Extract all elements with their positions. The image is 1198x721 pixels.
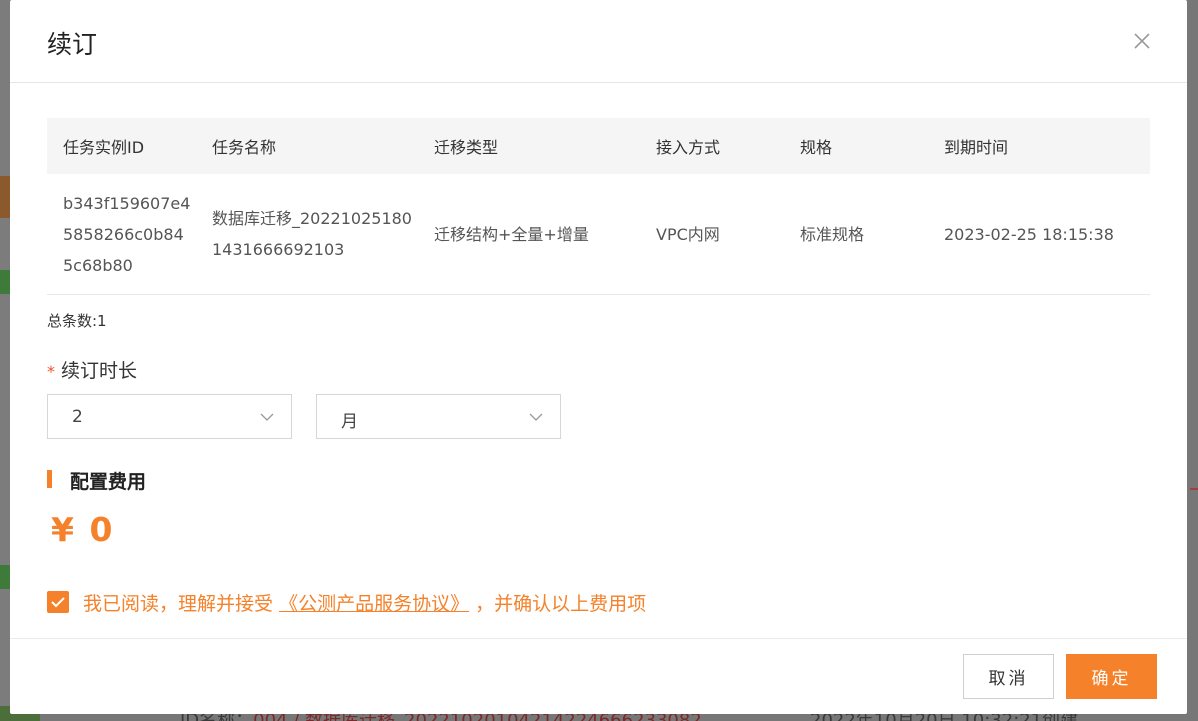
background-green-marker xyxy=(0,270,10,294)
chevron-down-icon xyxy=(529,413,543,421)
close-icon[interactable] xyxy=(1131,30,1153,52)
cell-spec: 标准规格 xyxy=(800,224,865,244)
cost-section-title: 配置费用 xyxy=(70,471,147,493)
cell-task-name: 数据库迁移_202210251801431666692103 xyxy=(212,209,412,259)
agreement-checkbox[interactable] xyxy=(47,591,69,613)
cell-instance-id: b343f159607e45858266c0b845c68b80 xyxy=(63,193,191,275)
dialog-title: 续订 xyxy=(47,30,98,59)
renew-duration-label-text: 续订时长 xyxy=(61,360,138,382)
checkmark-icon xyxy=(51,597,65,608)
instance-table: 任务实例ID 任务名称 迁移类型 接入方式 规格 到期时间 b343f15960… xyxy=(47,118,1150,295)
price-amount: ¥ 0 xyxy=(51,510,115,549)
renew-duration-label: * 续订时长 xyxy=(47,356,137,383)
duration-select-value: 2 xyxy=(72,407,83,427)
column-header-expire-time: 到期时间 xyxy=(944,138,1009,157)
footer-divider xyxy=(10,638,1187,639)
agreement-suffix: ，并确认以上费用项 xyxy=(475,593,647,615)
cell-access-method: VPC内网 xyxy=(656,224,720,244)
agreement-prefix: 我已阅读，理解并接受 xyxy=(83,593,274,615)
dialog-header: 续订 xyxy=(10,0,1187,83)
cell-expire-time: 2023-02-25 18:15:38 xyxy=(944,224,1114,244)
column-header-task-name: 任务名称 xyxy=(212,138,277,157)
duration-select[interactable]: 2 xyxy=(47,394,292,439)
background-red-line xyxy=(1190,488,1198,490)
renew-dialog: 续订 任务实例ID 任务名称 迁移类型 接入方式 规格 到期时间 b343f15… xyxy=(10,0,1187,714)
confirm-button[interactable]: 确定 xyxy=(1066,654,1157,699)
chevron-down-icon xyxy=(260,413,274,421)
agreement-text: 我已阅读，理解并接受 《公测产品服务协议》 ，并确认以上费用项 xyxy=(83,589,646,616)
total-count: 总条数:1 xyxy=(47,312,107,330)
required-mark: * xyxy=(47,362,55,381)
column-header-access-method: 接入方式 xyxy=(656,138,721,157)
duration-unit-select-value: 月 xyxy=(341,412,358,432)
table-row: b343f159607e45858266c0b845c68b80 数据库迁移_2… xyxy=(47,174,1150,295)
duration-unit-select[interactable]: 月 xyxy=(316,394,561,439)
background-left-strip xyxy=(0,0,10,721)
column-header-instance-id: 任务实例ID xyxy=(63,138,145,157)
table-header: 任务实例ID 任务名称 迁移类型 接入方式 规格 到期时间 xyxy=(47,118,1150,174)
background-orange-tab xyxy=(0,176,10,218)
background-green-marker xyxy=(0,565,10,589)
service-agreement-link[interactable]: 《公测产品服务协议》 xyxy=(279,593,469,615)
cell-migration-type: 迁移结构+全量+增量 xyxy=(434,224,589,244)
section-accent-bar xyxy=(47,470,52,488)
column-header-spec: 规格 xyxy=(800,138,833,157)
cancel-button[interactable]: 取消 xyxy=(963,654,1054,699)
column-header-migration-type: 迁移类型 xyxy=(434,138,499,157)
